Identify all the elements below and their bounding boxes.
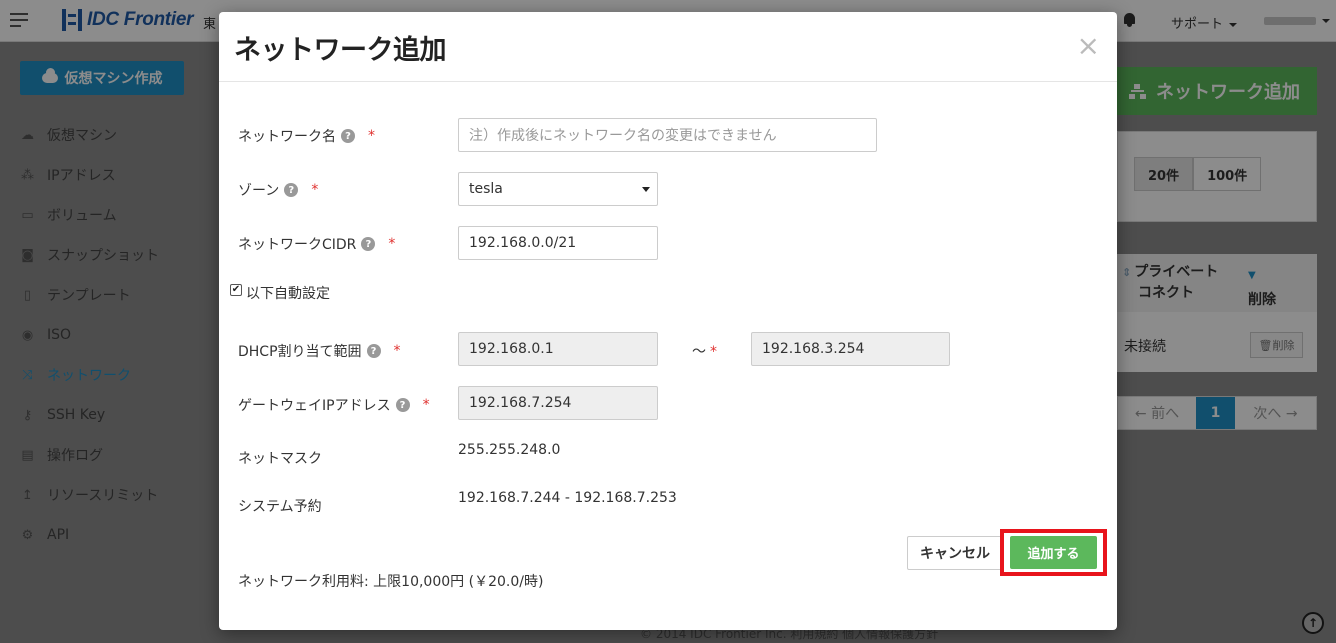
required-mark: * xyxy=(388,236,396,252)
required-mark: * xyxy=(368,128,375,144)
field-label: DHCP割り当て範囲 xyxy=(238,344,362,360)
network-name-input[interactable]: 注）作成後にネットワーク名の変更はできません xyxy=(458,118,877,152)
network-fee-text: ネットワーク利用料: 上限10,000円 (￥20.0/時) xyxy=(238,574,544,590)
dhcp-start-input[interactable]: 192.168.0.1 xyxy=(458,332,658,366)
netmask-value: 255.255.248.0 xyxy=(458,442,561,458)
required-mark: * xyxy=(311,182,319,198)
system-reserved-value: 192.168.7.244 - 192.168.7.253 xyxy=(458,490,677,506)
zone-selected-value: tesla xyxy=(469,181,503,197)
submit-add-button[interactable]: 追加する xyxy=(1010,536,1097,569)
field-label: ゲートウェイIPアドレス xyxy=(238,398,391,414)
help-icon[interactable]: ? xyxy=(341,129,355,143)
help-icon[interactable]: ? xyxy=(395,398,410,412)
help-icon[interactable]: ? xyxy=(366,344,381,358)
auto-config-checkbox[interactable]: ✔ xyxy=(230,284,242,296)
submit-highlight: 追加する xyxy=(1000,529,1107,576)
field-label: ゾーン xyxy=(238,183,280,199)
help-icon[interactable]: ? xyxy=(361,237,376,251)
zone-select[interactable]: tesla xyxy=(458,172,658,206)
separator-glyph: 〜 xyxy=(692,344,706,360)
form-row-auto-config: ✔ 以下自動設定 xyxy=(219,283,1117,303)
field-label: ネットワークCIDR xyxy=(238,237,357,253)
field-label: ネットワーク名 xyxy=(238,129,336,145)
required-mark: * xyxy=(422,397,430,413)
modal-header: ネットワーク追加 × xyxy=(219,12,1117,82)
cidr-label: ネットワークCIDR ? * xyxy=(238,234,395,254)
zone-label: ゾーン ? * xyxy=(238,180,318,200)
dhcp-end-input[interactable]: 192.168.3.254 xyxy=(751,332,950,366)
gateway-input[interactable]: 192.168.7.254 xyxy=(458,386,658,420)
cidr-input[interactable]: 192.168.0.0/21 xyxy=(458,226,658,260)
dhcp-range-separator: 〜 * xyxy=(692,341,717,361)
network-name-label: ネットワーク名 ? * xyxy=(238,126,375,146)
auto-config-label[interactable]: 以下自動設定 xyxy=(246,283,330,303)
modal-title: ネットワーク追加 xyxy=(234,35,447,66)
help-icon[interactable]: ? xyxy=(284,183,299,197)
close-icon[interactable]: × xyxy=(1077,32,1100,60)
netmask-label: ネットマスク xyxy=(238,451,322,467)
add-network-modal: ネットワーク追加 × ネットワーク名 ? * 注）作成後にネットワーク名の変更は… xyxy=(219,12,1117,630)
system-reserved-label: システム予約 xyxy=(238,499,322,515)
gateway-label: ゲートウェイIPアドレス ? * xyxy=(238,395,430,415)
cancel-button[interactable]: キャンセル xyxy=(907,536,1003,570)
required-mark: * xyxy=(710,344,717,360)
select-arrow-icon xyxy=(642,187,650,192)
dhcp-label: DHCP割り当て範囲 ? * xyxy=(238,341,401,361)
required-mark: * xyxy=(393,343,401,359)
